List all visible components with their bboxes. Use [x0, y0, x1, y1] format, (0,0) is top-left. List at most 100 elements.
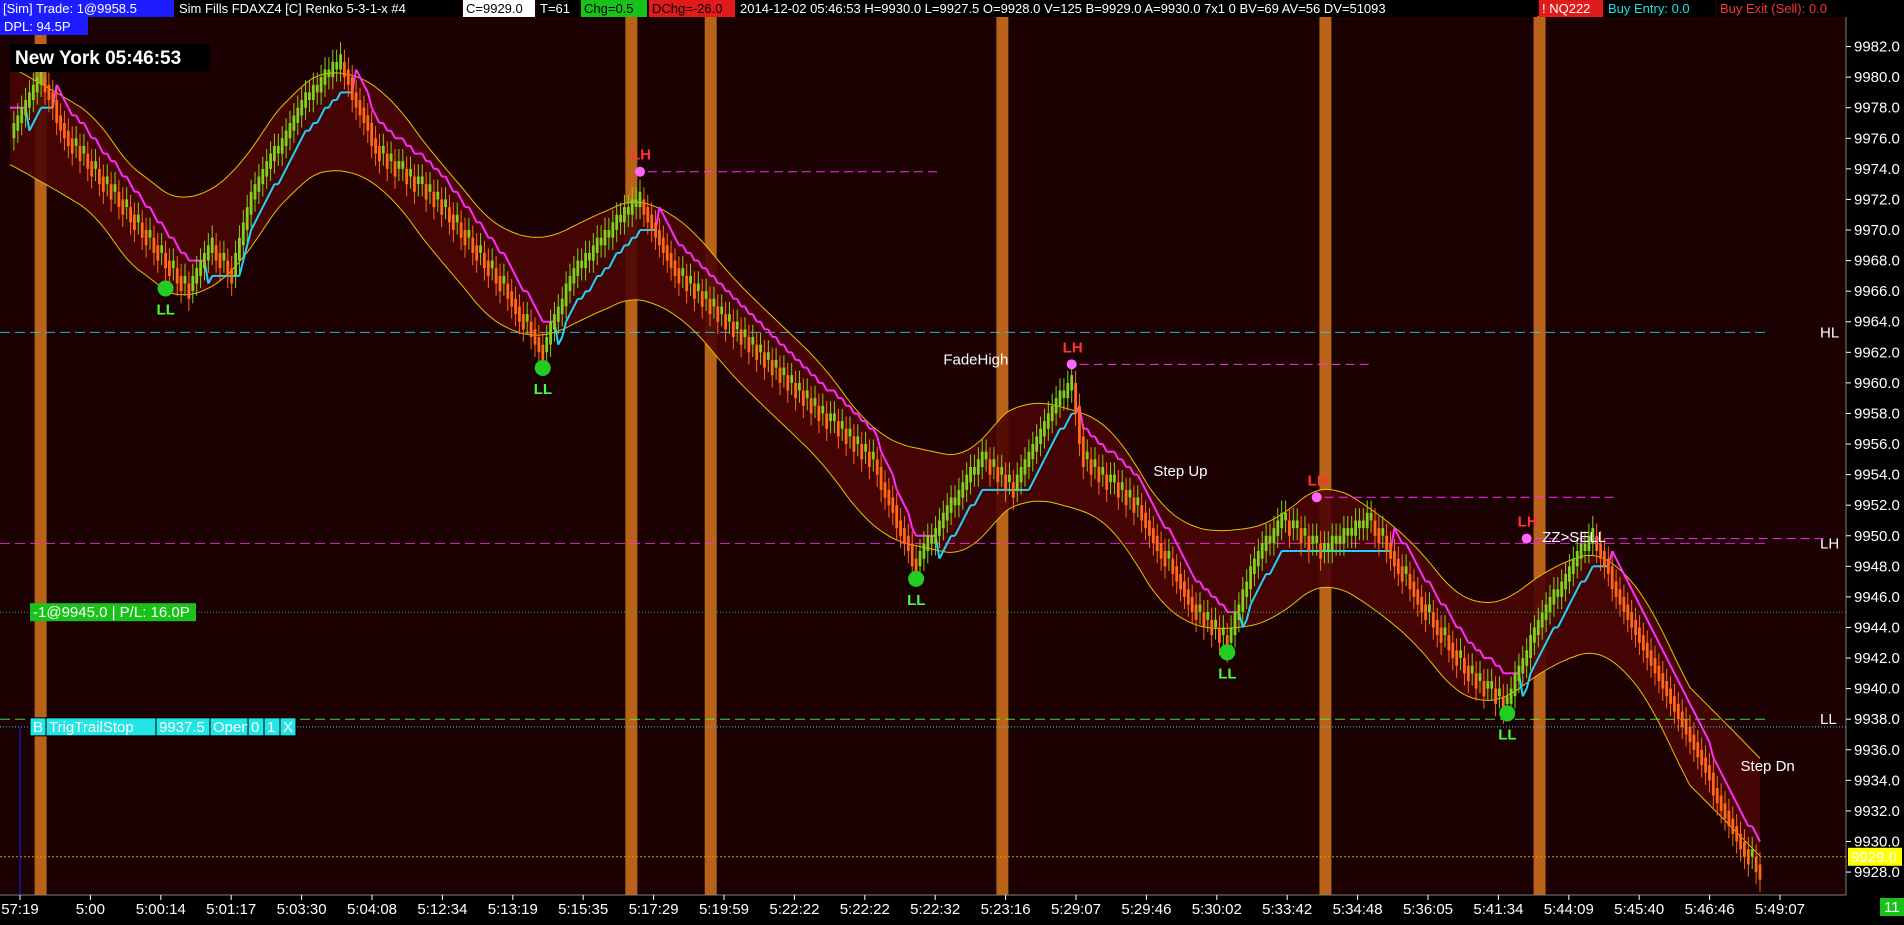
candle-body — [1326, 543, 1330, 551]
candle-body — [90, 161, 94, 177]
candle-body — [895, 505, 899, 529]
candle-body — [1377, 528, 1381, 544]
candle-body — [1727, 810, 1731, 827]
candle-body — [650, 214, 654, 230]
candle-body — [934, 528, 937, 544]
candle-body — [518, 306, 521, 322]
candle-body — [743, 329, 747, 337]
candle-body — [63, 123, 66, 139]
candle-body — [284, 130, 288, 146]
candle-body — [296, 107, 300, 123]
header-cell-text-3: T=61 — [540, 1, 570, 16]
candle-body — [646, 207, 650, 223]
candle-body — [261, 168, 265, 185]
candle-body — [12, 123, 16, 139]
candle-body — [821, 405, 825, 414]
candle-body — [1221, 627, 1225, 636]
time-tick-label: 5:19:59 — [699, 901, 749, 918]
header-cell-text-2: C=9929.0 — [466, 1, 523, 16]
corner-badge-label: 11 — [1884, 899, 1900, 916]
price-tick-label: 9972.0 — [1854, 191, 1900, 208]
renko-chart[interactable]: HL LH LL LL LL LL LL LL LH LH LH LH FadeHigh Step Up… — [0, 0, 1904, 920]
time-tick-label: 5:01:17 — [206, 901, 256, 918]
session-bar-5 — [1533, 16, 1546, 895]
candle-body — [490, 260, 494, 269]
candle-body — [1167, 551, 1171, 559]
candle-body — [1361, 520, 1365, 529]
time-tick-label: 5:49:07 — [1755, 901, 1805, 918]
candle-body — [249, 191, 253, 215]
candle-body — [1715, 788, 1719, 804]
candle-body — [1334, 535, 1338, 544]
candle-body — [171, 260, 175, 269]
candle-body — [117, 191, 121, 208]
candle-body — [397, 161, 401, 169]
time-tick-label: 5:03:30 — [277, 901, 327, 918]
candle-body — [1291, 520, 1295, 529]
candle-body — [269, 153, 272, 169]
candle-body — [451, 214, 455, 230]
candle-body — [1696, 742, 1700, 758]
candle-body — [739, 329, 743, 345]
candle-body — [109, 184, 113, 200]
candle-body — [1517, 665, 1521, 681]
swing-high-dot — [1521, 533, 1532, 544]
candle-body — [1035, 436, 1039, 452]
candle-body — [856, 436, 860, 444]
chart-window[interactable]: HL LH LL LL LL LL LL LL LH LH LH LH FadeHigh Step Up… — [0, 0, 1904, 920]
order-box-text: TrigTrailStop — [49, 719, 134, 736]
order-box-text: 0 — [251, 719, 259, 736]
candle-body — [432, 191, 436, 208]
candle-body — [926, 535, 930, 552]
candle-body — [930, 535, 934, 544]
price-tick-label: 9938.0 — [1854, 711, 1900, 728]
candle-body — [782, 367, 786, 376]
candle-body — [1435, 619, 1439, 636]
time-tick-label: 5:29:46 — [1121, 901, 1171, 918]
candle-body — [980, 451, 984, 467]
candle-body — [1307, 535, 1311, 552]
candle-body — [405, 168, 409, 185]
candle-body — [1645, 642, 1649, 659]
candle-body — [1400, 566, 1404, 582]
candle-body — [164, 252, 167, 269]
price-tick-label: 9954.0 — [1854, 467, 1900, 484]
swing-high-label: LH — [1518, 514, 1538, 531]
candle-body — [790, 375, 794, 383]
candle-body — [1463, 658, 1466, 674]
candle-body — [1505, 696, 1509, 704]
candle-body — [1116, 482, 1120, 498]
time-tick-label: 5:30:02 — [1192, 901, 1242, 918]
candle-body — [1105, 474, 1109, 490]
candle-body — [1050, 405, 1054, 422]
candle-body — [1750, 849, 1754, 857]
candle-body — [996, 467, 1000, 483]
candle-body — [319, 77, 323, 93]
candle-body — [113, 184, 117, 192]
candle-body — [1260, 543, 1264, 559]
price-tick-label: 9958.0 — [1854, 405, 1900, 422]
candle-body — [374, 138, 377, 154]
candle-body — [910, 543, 914, 567]
candle-body — [343, 61, 346, 78]
candle-body — [401, 161, 405, 169]
candle-body — [1113, 474, 1116, 483]
candle-body — [634, 199, 638, 207]
candle-body — [1074, 382, 1077, 414]
candle-body — [1000, 467, 1004, 475]
candle-body — [339, 54, 342, 70]
candle-body — [31, 84, 35, 101]
candle-body — [273, 145, 276, 162]
candle-body — [304, 92, 307, 108]
candle-body — [1175, 566, 1179, 582]
candle-body — [51, 92, 55, 108]
dpl-text: DPL: 94.5P — [4, 19, 71, 34]
candle-body — [1692, 734, 1696, 750]
candle-body — [448, 207, 451, 223]
order-box-text: 9937.5 — [159, 719, 205, 736]
candle-body — [195, 268, 199, 284]
candle-body — [144, 230, 148, 246]
candle-body — [976, 459, 980, 475]
price-tick-label: 9948.0 — [1854, 558, 1900, 575]
candle-body — [988, 459, 992, 475]
